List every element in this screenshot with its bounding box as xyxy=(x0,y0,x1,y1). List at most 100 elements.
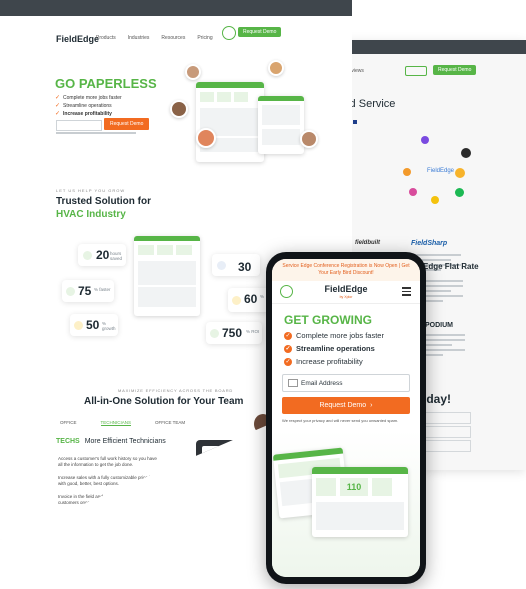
flat-rate-title: Edge Flat Rate xyxy=(423,262,479,271)
stat-label: hours saved xyxy=(110,251,123,261)
form-field[interactable] xyxy=(419,440,471,452)
stat-value: 50 xyxy=(86,318,100,332)
integration-logo-icon xyxy=(455,188,464,197)
invoice-label: Pending xyxy=(170,479,185,484)
request-demo-button[interactable]: Request Demo › xyxy=(282,397,410,414)
integration-logo-icon xyxy=(431,196,439,204)
stat-value: 60 xyxy=(244,292,258,306)
stat-icon xyxy=(66,287,75,296)
stat-label: % ROI xyxy=(246,329,260,334)
integration-logo-icon xyxy=(409,188,417,196)
check-icon: ✓ xyxy=(284,344,292,353)
nav-resources[interactable]: Resources xyxy=(161,35,185,41)
phone-badge xyxy=(405,66,427,76)
stat-label: % faster xyxy=(94,287,111,292)
hero-point: ✓ Streamline operations xyxy=(55,103,112,109)
request-demo-button[interactable]: Request Demo xyxy=(433,65,477,75)
trusted-title: Trusted Solution for xyxy=(56,196,151,207)
list-item: ✓ Streamline operations xyxy=(284,344,375,353)
check-icon: ✓ xyxy=(55,111,61,117)
stat-card: 20 hours saved xyxy=(78,244,126,266)
dashboard-mockup xyxy=(134,236,200,316)
team-tabs: OFFICE TECHNICIANS OFFICE TEAM xyxy=(60,420,185,426)
check-icon: ✓ xyxy=(55,95,61,101)
stat-card: 50 % growth xyxy=(70,314,118,336)
avatar xyxy=(185,64,201,80)
brand-logo[interactable]: FieldEdge xyxy=(56,34,99,44)
social-icon xyxy=(353,120,357,124)
trusted-subtitle: HVAC Industry xyxy=(56,209,126,220)
dashboard-mockup: 110 xyxy=(312,467,408,537)
hero-point: ✓ Increase profitability xyxy=(55,111,112,117)
mobile-phone: Service Edge Conference Registration is … xyxy=(266,252,426,584)
stat-label: % growth xyxy=(102,321,116,331)
dashboard-mockup xyxy=(196,82,264,162)
form-field[interactable] xyxy=(419,426,471,438)
email-placeholder: Email Address xyxy=(301,379,343,387)
integration-logo-icon xyxy=(461,148,471,158)
tab-technicians[interactable]: TECHNICIANS xyxy=(100,420,132,426)
fieldedge-mini-logo: FieldEdge xyxy=(427,168,455,174)
nav-industries[interactable]: Industries xyxy=(128,35,150,41)
dashboard-mockup xyxy=(258,96,304,154)
tab-office-team[interactable]: OFFICE TEAM xyxy=(155,420,185,426)
podium-text xyxy=(421,334,465,374)
avatar xyxy=(196,128,216,148)
avatar xyxy=(300,130,318,148)
hero-request-demo-button[interactable]: Request Demo xyxy=(104,118,150,130)
top-bar xyxy=(331,40,526,54)
phone-brand[interactable]: FieldEdge xyxy=(272,284,420,294)
stat-label: % xyxy=(260,294,265,299)
hero-point: ✓ Complete more jobs faster xyxy=(55,95,122,101)
back-nav: Reviews Request Demo xyxy=(331,64,526,80)
techs-label: TECHS xyxy=(56,438,80,445)
eyebrow: LET US HELP YOU GROW xyxy=(56,188,126,193)
stat-card: 75 % faster xyxy=(62,280,114,302)
stat-value: 750 xyxy=(222,326,243,340)
main-nav: Products Industries Resources Pricing xyxy=(96,35,213,41)
phone-brand-sub: by Xplor xyxy=(339,295,353,299)
integration-logo-icon xyxy=(403,168,411,176)
stat-value: 20 xyxy=(96,248,110,262)
request-demo-button[interactable]: Request Demo xyxy=(238,27,282,37)
eyebrow: MAXIMIZE EFFICIENCY ACROSS THE BOARD xyxy=(118,388,234,393)
integration-logo-icon xyxy=(455,168,465,178)
nav-products[interactable]: Products xyxy=(96,35,116,41)
arrow-icon: › xyxy=(370,402,373,409)
phone-header: FieldEdge by Xplor xyxy=(272,281,420,304)
check-icon: ✓ xyxy=(284,357,292,366)
hero-points: ✓ Complete more jobs faster ✓ Streamline o… xyxy=(55,94,122,118)
top-utility-bar xyxy=(0,0,352,16)
email-field[interactable]: Email Address xyxy=(282,374,410,392)
check-icon: ✓ xyxy=(55,103,61,109)
privacy-note: We respect your privacy and will never s… xyxy=(282,418,399,423)
techs-bullets: Access a customer's full work history so… xyxy=(58,456,162,506)
avatar xyxy=(268,60,284,76)
techs-title: More Efficient Technicians xyxy=(84,438,166,445)
stat-icon xyxy=(217,261,226,270)
form-field[interactable] xyxy=(419,412,471,424)
allinone-title: All-in-One Solution for Your Team xyxy=(84,396,244,407)
hero-email-input[interactable] xyxy=(56,120,102,131)
tab-office[interactable]: OFFICE xyxy=(60,420,77,426)
product-graphic: 110 xyxy=(272,431,420,577)
phone-screen: Service Edge Conference Registration is … xyxy=(272,259,420,577)
invoice-amount: $1,578 xyxy=(188,478,207,484)
invoice-card: Pending $1,578 xyxy=(164,474,210,490)
stat-icon xyxy=(74,321,83,330)
stat-card: 750 % ROI xyxy=(206,322,262,344)
partner-logo: fieldbuilt xyxy=(355,240,380,246)
technician-tablet xyxy=(196,440,248,540)
stat-icon xyxy=(232,296,241,305)
button-label: Request Demo xyxy=(319,402,367,409)
stat-icon xyxy=(83,251,92,260)
announcement-banner[interactable]: Service Edge Conference Registration is … xyxy=(272,259,420,281)
podium-logo: PODIUM xyxy=(425,322,453,329)
hero-title: GO PAPERLESS xyxy=(55,76,157,91)
nav-pricing[interactable]: Pricing xyxy=(197,35,212,41)
phone-icon[interactable] xyxy=(222,26,236,40)
menu-icon[interactable] xyxy=(402,287,411,296)
list-item: Increase sales with a fully customizable… xyxy=(58,475,159,486)
stat-icon xyxy=(210,329,219,338)
list-item: Access a customer's full work history so… xyxy=(58,456,157,467)
